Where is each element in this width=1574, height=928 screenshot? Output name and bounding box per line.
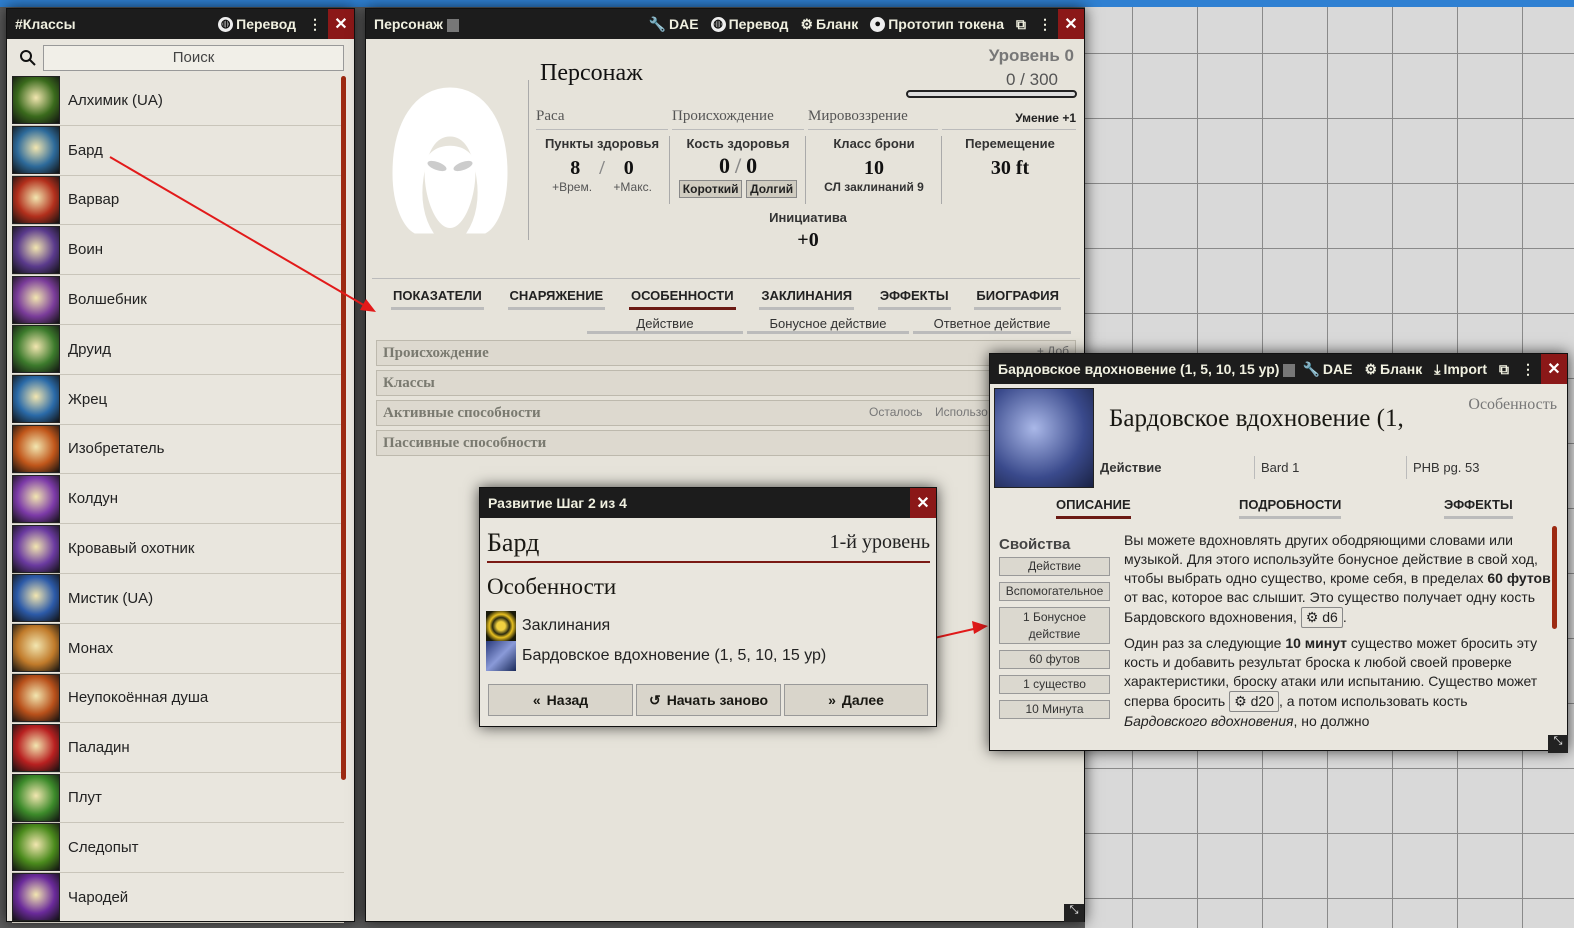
window-title: Бардовское вдохновение (1, 5, 10, 15 ур) <box>990 361 1296 377</box>
property-tag: 60 футов <box>999 650 1110 669</box>
feature-tab[interactable]: ЭФФЕКТЫ <box>1444 497 1513 519</box>
gear-icon: ⚙ <box>1364 360 1378 377</box>
popout-button[interactable]: ⧉ <box>1493 354 1515 384</box>
restart-button[interactable]: ↺ Начать заново <box>636 684 781 716</box>
feature-row-bardic-inspiration[interactable]: Бардовское вдохновение (1, 5, 10, 15 ур) <box>486 641 826 671</box>
description-paragraph: Один раз за следующие 10 минут существо … <box>1124 635 1538 729</box>
dialog-header: Развитие Шаг 2 из 4 ✕ <box>480 488 936 518</box>
back-button[interactable]: «Назад <box>488 684 633 716</box>
property-tag: 1 Бонусное действие <box>999 607 1110 644</box>
resize-handle[interactable]: ⤡ <box>1548 735 1568 753</box>
close-icon: ✕ <box>1547 361 1561 378</box>
feature-scrollbar[interactable] <box>1552 526 1557 629</box>
properties-panel: Свойства Действие Вспомогательное 1 Бонусн… <box>999 536 1111 725</box>
feature-tabs: ОПИСАНИЕ ПОДРОБНОСТИ ЭФФЕКТЫ <box>994 494 1554 520</box>
bardic-inspiration-icon <box>486 641 516 671</box>
double-chevron-right-icon: » <box>828 692 836 708</box>
menu-button[interactable]: ⋮ <box>1515 354 1541 384</box>
close-button[interactable]: ✕ <box>910 488 936 518</box>
feature-window-header: Бардовское вдохновение (1, 5, 10, 15 ур)… <box>990 354 1567 384</box>
feature-name[interactable]: Бардовское вдохновение (1, <box>1109 405 1404 433</box>
feature-description: Вы можете вдохновлять других ободряющими… <box>1124 531 1554 737</box>
undo-icon: ↺ <box>648 691 661 708</box>
download-icon: ⤓ <box>1434 360 1441 377</box>
advancement-class-name: Бард <box>487 528 540 557</box>
features-heading: Особенности <box>487 574 617 599</box>
close-button[interactable]: ✕ <box>1541 354 1567 384</box>
dae-button[interactable]: 🔧 DAE <box>1296 354 1358 384</box>
properties-label: Свойства <box>999 536 1071 553</box>
kebab-icon: ⋮ <box>1521 360 1535 377</box>
feature-source: PHB pg. 53 <box>1406 456 1486 479</box>
feature-row-spellcasting[interactable]: Заклинания <box>486 611 610 641</box>
feature-class-requirement: Bard 1 <box>1254 456 1305 479</box>
resize-icon: ⤡ <box>1553 735 1563 747</box>
dice-roll-d20[interactable]: ⚙ d20 <box>1229 691 1279 712</box>
property-tag: 10 Минута <box>999 700 1110 719</box>
import-button[interactable]: ⤓ Import <box>1428 354 1493 384</box>
property-tag: Вспомогательное <box>999 582 1110 601</box>
spellcasting-icon <box>486 611 516 641</box>
next-button[interactable]: » Далее <box>784 684 928 716</box>
divider <box>487 561 930 563</box>
double-chevron-left-icon: « <box>532 692 541 708</box>
advancement-level: 1-й уровень <box>829 531 930 553</box>
close-icon: ✕ <box>916 495 930 512</box>
dialog-title: Развитие Шаг 2 из 4 <box>488 495 627 511</box>
feature-activation: Действие <box>1100 460 1162 475</box>
document-icon <box>1283 363 1296 377</box>
sheet-button[interactable]: ⚙ Бланк <box>1358 354 1428 384</box>
feature-tab[interactable]: ОПИСАНИЕ <box>1056 497 1131 519</box>
feature-image[interactable] <box>994 388 1094 488</box>
external-link-icon: ⧉ <box>1499 360 1509 377</box>
feature-tab[interactable]: ПОДРОБНОСТИ <box>1239 497 1342 519</box>
die-icon: ⚙ <box>1305 609 1319 625</box>
property-tag: Действие <box>999 557 1110 576</box>
description-paragraph: Вы можете вдохновлять других ободряющими… <box>1124 531 1554 628</box>
dice-roll-d6[interactable]: ⚙ d6 <box>1300 607 1343 628</box>
property-tag: 1 существо <box>999 675 1110 694</box>
wrench-icon: 🔧 <box>1302 360 1320 377</box>
die-icon: ⚙ <box>1234 693 1247 709</box>
feature-type: Особенность <box>1468 396 1557 413</box>
